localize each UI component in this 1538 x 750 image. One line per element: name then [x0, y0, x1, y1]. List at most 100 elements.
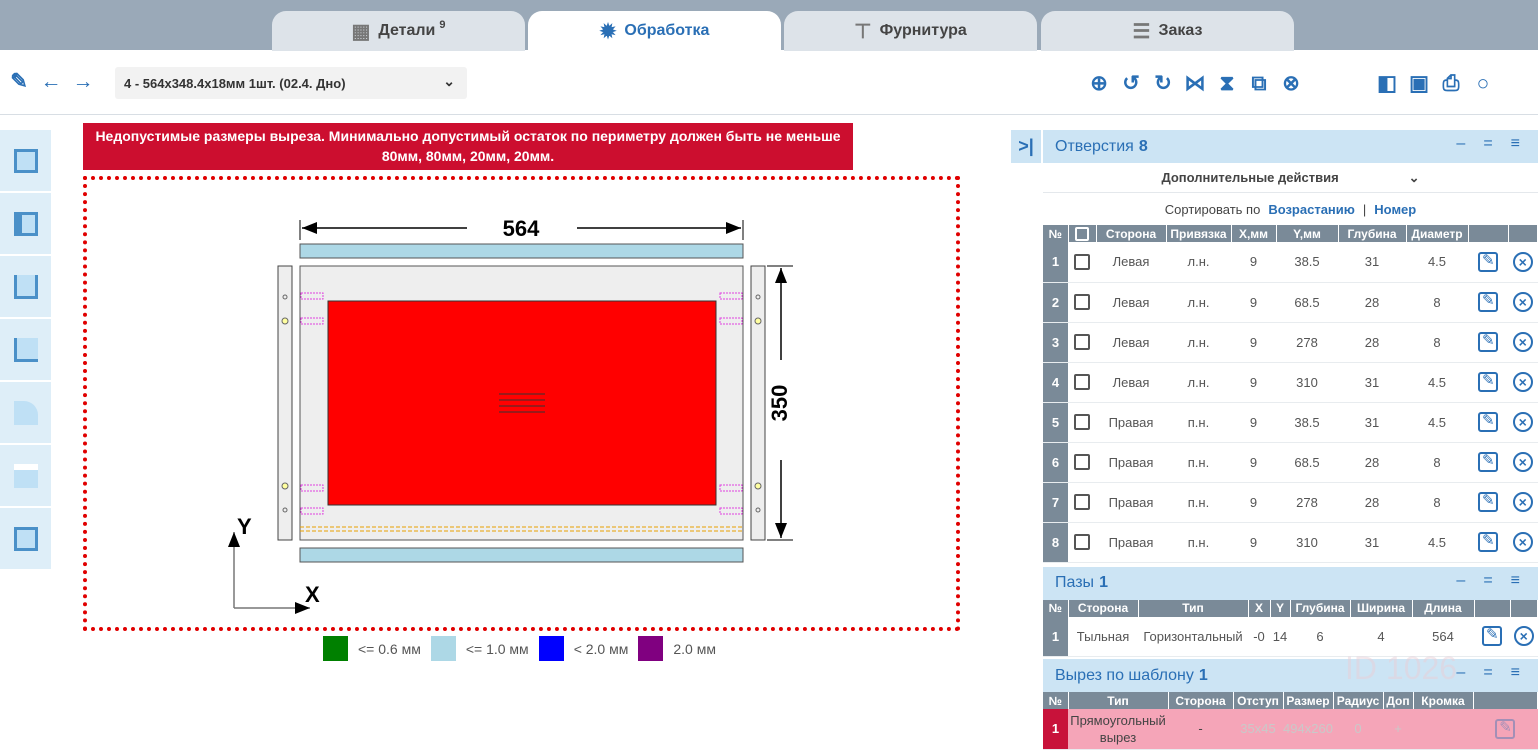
tool-arc-cut[interactable]	[0, 445, 51, 508]
tool-grooves[interactable]	[0, 193, 51, 256]
collapse-panel-button[interactable]: >|	[1011, 130, 1043, 163]
cell-diameter: 8	[1406, 322, 1468, 363]
tool-u-cut[interactable]	[0, 256, 51, 319]
row-checkbox[interactable]	[1068, 362, 1096, 403]
col-actions	[1473, 692, 1538, 709]
row-checkbox[interactable]	[1068, 402, 1096, 443]
row-checkbox[interactable]	[1068, 522, 1096, 563]
row-checkbox-input[interactable]	[1074, 414, 1090, 431]
tool-rect-cut[interactable]	[0, 508, 51, 571]
cell-side: Правая	[1096, 442, 1166, 483]
row-checkbox[interactable]	[1068, 482, 1096, 523]
row-checkbox[interactable]	[1068, 242, 1096, 283]
row-num: 1	[1043, 709, 1068, 750]
edit-icon[interactable]	[1478, 331, 1498, 352]
row-checkbox-input[interactable]	[1074, 294, 1090, 311]
edit-icon[interactable]	[1478, 291, 1498, 312]
delete-icon[interactable]: ×	[1512, 412, 1533, 432]
table-row[interactable]: 4 Леваял.н.9310314.5 ×	[1043, 362, 1538, 403]
delete-icon[interactable]: ×	[1512, 372, 1533, 392]
row-checkbox[interactable]	[1068, 442, 1096, 483]
delete-icon[interactable]: ×	[1512, 251, 1533, 272]
col-anchor: Привязка	[1166, 225, 1232, 242]
delete-icon[interactable]: ×	[1512, 452, 1533, 472]
row-checkbox[interactable]	[1068, 282, 1096, 323]
rotate-right-icon[interactable]: ↻	[1152, 72, 1174, 96]
select-all-checkbox[interactable]	[1075, 226, 1089, 241]
tab-processing[interactable]: ✹ Обработка	[528, 11, 781, 51]
y-axis-label: Y	[237, 514, 252, 539]
row-checkbox-input[interactable]	[1074, 494, 1090, 511]
row-checkbox-input[interactable]	[1074, 534, 1090, 551]
table-row[interactable]: 6 Праваяп.н.968.5288 ×	[1043, 442, 1538, 483]
delete-icon[interactable]: ×	[1512, 492, 1533, 512]
row-checkbox-input[interactable]	[1074, 334, 1090, 351]
tool-radius-corner[interactable]	[0, 382, 51, 445]
edit-icon[interactable]	[1478, 531, 1498, 552]
table-row[interactable]: 8 Праваяп.н.9310314.5 ×	[1043, 522, 1538, 563]
tool-corner-cut[interactable]	[0, 319, 51, 382]
cutout-rectangle[interactable]	[327, 300, 717, 506]
layers-icon[interactable]: ◧	[1375, 72, 1399, 96]
col-extra: Доп	[1383, 692, 1414, 709]
table-row[interactable]: 3 Леваял.н.9278288 ×	[1043, 322, 1538, 363]
row-num: 7	[1043, 482, 1068, 523]
panel-view-icon[interactable]: ▣	[1407, 72, 1431, 96]
table-row[interactable]: 7 Праваяп.н.9278288 ×	[1043, 482, 1538, 523]
delete-icon[interactable]: ×	[1513, 626, 1534, 647]
edit-icon[interactable]	[1478, 251, 1498, 272]
delete-icon[interactable]: ×	[1512, 532, 1533, 552]
table-row[interactable]: 1 Тыльная Горизонтальный -0 14 6 4 564 ×	[1043, 616, 1538, 657]
grooves-header: Пазы 1 –=≡	[1043, 566, 1538, 600]
row-checkbox-input[interactable]	[1074, 454, 1090, 471]
edit-icon[interactable]	[1495, 718, 1516, 739]
panel-controls[interactable]: –=≡	[1456, 664, 1538, 682]
tab-order[interactable]: ☰ Заказ	[1041, 11, 1294, 51]
cancel-circle-icon[interactable]: ⊗	[1280, 72, 1302, 96]
add-circle-icon[interactable]: ⊕	[1088, 72, 1110, 96]
panel-controls[interactable]: –=≡	[1456, 135, 1538, 153]
rotate-left-icon[interactable]: ↺	[1120, 72, 1142, 96]
row-checkbox[interactable]	[1068, 322, 1096, 363]
table-row[interactable]: 2 Леваял.н.968.5288 ×	[1043, 282, 1538, 323]
arrow-right-icon[interactable]: →	[72, 70, 94, 94]
table-row[interactable]: 1 Леваял.н.938.5314.5 ×	[1043, 242, 1538, 283]
circle-icon[interactable]: ○	[1471, 72, 1495, 96]
tab-hardware[interactable]: ⊤ Фурнитура	[784, 11, 1037, 51]
screw-icon: ⊤	[854, 20, 872, 43]
sort-field-link[interactable]: Номер	[1374, 202, 1416, 217]
cell-depth: 6	[1290, 616, 1350, 657]
row-checkbox-input[interactable]	[1074, 254, 1090, 271]
edit-icon[interactable]	[1482, 625, 1502, 647]
legend-swatch-purple	[638, 636, 664, 661]
cell-diameter: 4.5	[1406, 362, 1468, 403]
edit-icon[interactable]: ✎	[8, 70, 30, 94]
flip-horizontal-icon[interactable]: ⋈	[1184, 72, 1206, 96]
cell-size: 494x260	[1283, 709, 1333, 750]
col-select-all[interactable]	[1068, 225, 1097, 242]
drawing-canvas[interactable]: 564 350 Y X	[83, 176, 960, 631]
cell-edit	[1468, 242, 1508, 283]
edit-icon[interactable]	[1478, 491, 1498, 512]
arrow-left-icon[interactable]: ←	[40, 70, 62, 94]
tab-details[interactable]: ▦ Детали 9	[272, 11, 525, 51]
edit-icon[interactable]	[1478, 451, 1498, 472]
print-icon[interactable]: ⎙	[1439, 72, 1463, 96]
flip-vertical-icon[interactable]: ⧗	[1216, 72, 1238, 96]
table-row[interactable]: 5 Праваяп.н.938.5314.5 ×	[1043, 402, 1538, 443]
copy-add-icon[interactable]: ⧉	[1248, 72, 1270, 96]
edit-icon[interactable]	[1478, 411, 1498, 432]
tool-full-panel[interactable]	[0, 130, 51, 193]
panel-controls[interactable]: –=≡	[1456, 572, 1538, 590]
table-row[interactable]: 1 Прямоугольный вырез - 35x45 494x260 0 …	[1043, 709, 1538, 750]
edit-icon[interactable]	[1478, 371, 1498, 392]
delete-icon[interactable]: ×	[1512, 332, 1533, 352]
legend-label: <= 1.0 мм	[465, 640, 529, 657]
additional-actions-dropdown[interactable]: Дополнительные действия ⌄	[1043, 163, 1538, 193]
delete-icon[interactable]: ×	[1512, 292, 1533, 312]
sort-order-link[interactable]: Возрастанию	[1268, 202, 1355, 217]
cell-depth: 31	[1338, 402, 1406, 443]
row-checkbox-input[interactable]	[1074, 374, 1090, 391]
tab-details-label: Детали	[378, 22, 436, 39]
part-select[interactable]: 4 - 564x348.4x18мм 1шт. (02.4. Дно) ⌄	[115, 67, 467, 99]
